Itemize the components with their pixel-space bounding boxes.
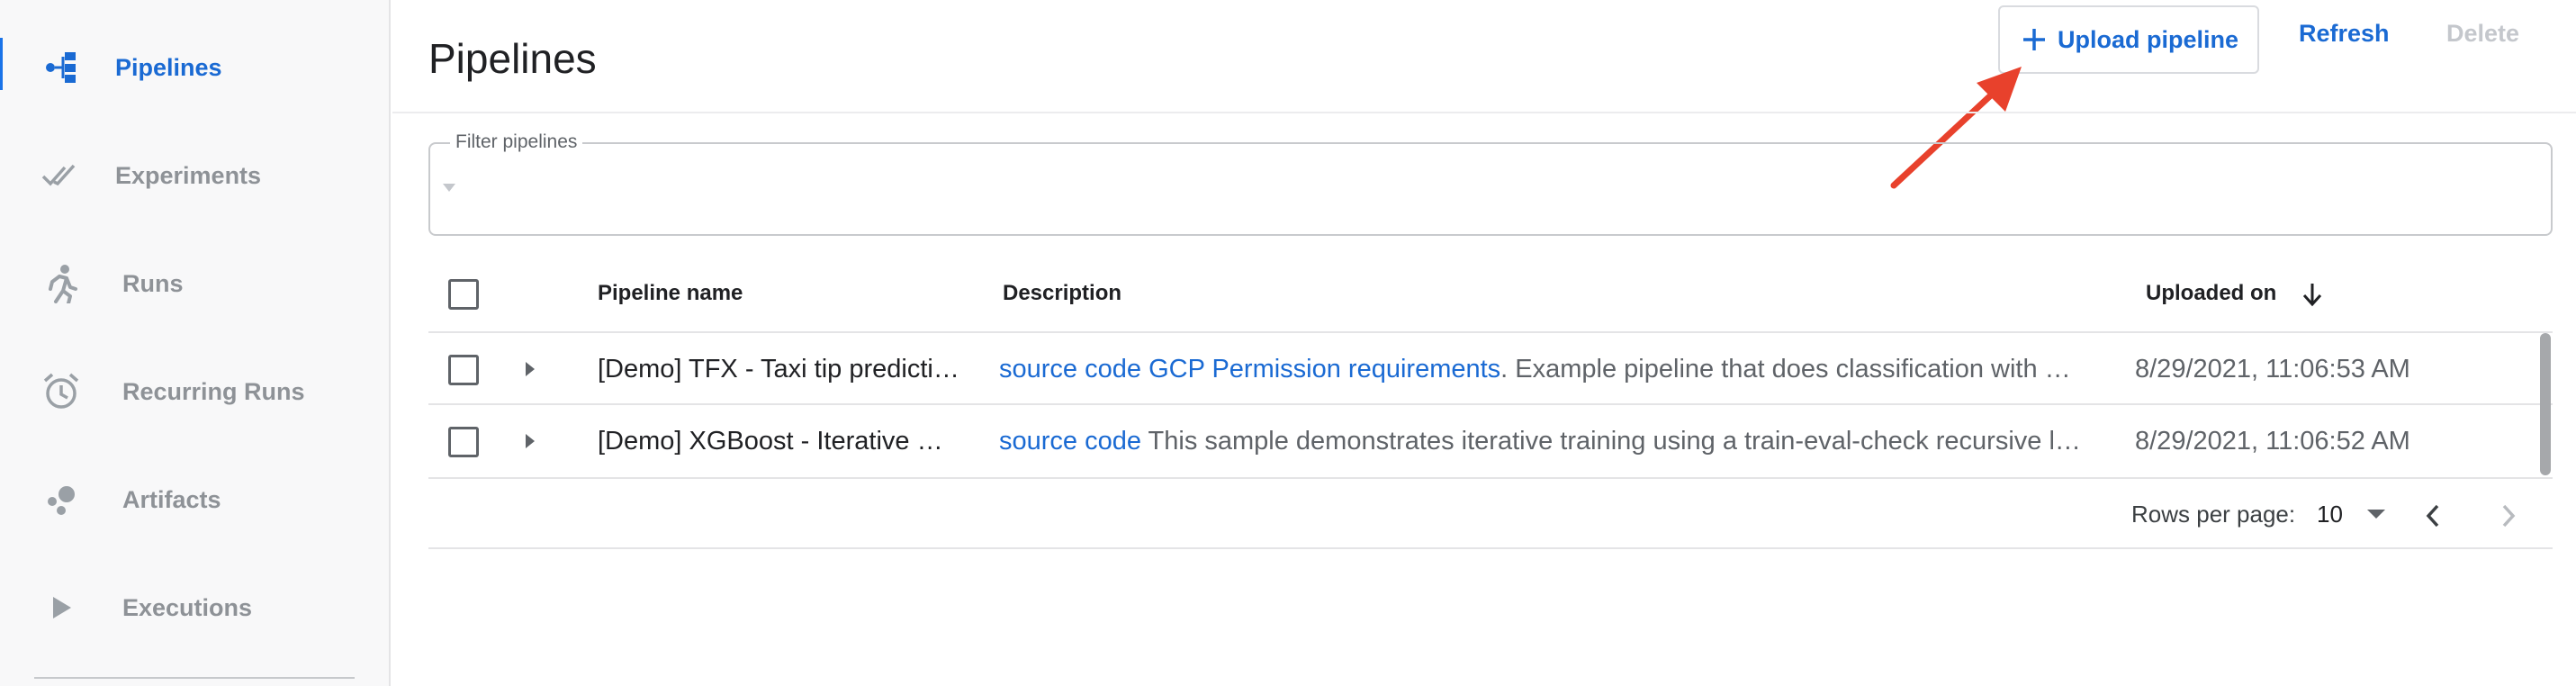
filter-label: Filter pipelines xyxy=(450,131,583,153)
alarm-clock-icon xyxy=(38,368,85,415)
sidebar-item-recurring-runs[interactable]: Recurring Runs xyxy=(0,342,389,441)
sidebar-item-executions[interactable]: Executions xyxy=(0,558,389,657)
next-page-icon[interactable] xyxy=(2495,501,2522,531)
sidebar-item-label: Pipelines xyxy=(115,53,222,81)
uploaded-date: 8/29/2021, 11:06:53 AM xyxy=(2135,355,2410,384)
plus-icon xyxy=(2023,29,2045,50)
table-divider xyxy=(428,331,2553,333)
expand-row-icon[interactable] xyxy=(526,434,535,448)
rows-per-page-select[interactable]: 10 xyxy=(2317,501,2343,528)
refresh-button[interactable]: Refresh xyxy=(2299,20,2390,48)
table-scrollbar[interactable] xyxy=(2540,333,2551,475)
upload-pipeline-button[interactable]: Upload pipeline xyxy=(1998,5,2259,74)
experiments-icon xyxy=(38,152,85,199)
sidebar-item-label: Artifacts xyxy=(122,485,221,513)
delete-button[interactable]: Delete xyxy=(2446,20,2519,48)
page-title: Pipelines xyxy=(428,35,597,82)
uploaded-date: 8/29/2021, 11:06:52 AM xyxy=(2135,427,2410,456)
select-all-checkbox[interactable] xyxy=(448,279,479,310)
description-text: . Example pipeline that does classificat… xyxy=(1500,355,2071,384)
runs-icon xyxy=(38,260,85,307)
rows-per-page-label: Rows per page: xyxy=(2131,501,2296,528)
pipeline-description: source code GCP Permission requirements.… xyxy=(999,355,2071,384)
pipeline-description: source code This sample demonstrates ite… xyxy=(999,427,2081,456)
filter-pipelines-input[interactable]: Filter pipelines xyxy=(428,131,2553,236)
description-text: This sample demonstrates iterative train… xyxy=(1141,427,2081,456)
previous-page-icon[interactable] xyxy=(2419,501,2446,531)
sidebar-item-label: Recurring Runs xyxy=(122,377,305,405)
sort-descending-icon[interactable] xyxy=(2301,281,2324,308)
play-icon xyxy=(38,584,85,631)
sidebar-divider xyxy=(34,677,355,679)
table-divider xyxy=(428,477,2553,479)
sidebar: Pipelines Experiments Runs Recurring Run… xyxy=(0,0,391,686)
sidebar-item-label: Executions xyxy=(122,593,253,621)
footer-divider xyxy=(428,547,2553,549)
column-header-name[interactable]: Pipeline name xyxy=(598,281,743,306)
upload-pipeline-label: Upload pipeline xyxy=(2058,25,2239,53)
artifacts-icon xyxy=(38,476,85,523)
header-divider xyxy=(392,112,2576,113)
filter-dropdown-icon xyxy=(443,184,455,192)
pipeline-name[interactable]: [Demo] XGBoost - Iterative … xyxy=(598,427,943,456)
expand-row-icon[interactable] xyxy=(526,362,535,376)
column-header-description[interactable]: Description xyxy=(1003,281,1121,306)
sidebar-item-experiments[interactable]: Experiments xyxy=(0,126,389,225)
sidebar-item-label: Runs xyxy=(122,269,184,297)
rows-per-page-dropdown-icon[interactable] xyxy=(2367,510,2385,519)
main-content: Pipelines Upload pipeline Refresh Delete… xyxy=(392,0,2576,686)
sidebar-item-label: Experiments xyxy=(115,161,262,189)
source-code-link[interactable]: source code xyxy=(999,355,1141,384)
gcp-permission-link[interactable]: GCP Permission requirements xyxy=(1148,355,1500,384)
row-checkbox[interactable] xyxy=(448,355,479,385)
pipeline-name[interactable]: [Demo] TFX - Taxi tip predicti… xyxy=(598,355,959,384)
column-header-uploaded[interactable]: Uploaded on xyxy=(2146,281,2276,306)
pipelines-icon xyxy=(38,44,85,91)
sidebar-item-pipelines[interactable]: Pipelines xyxy=(0,18,389,117)
table-divider xyxy=(428,403,2553,405)
source-code-link[interactable]: source code xyxy=(999,427,1141,456)
sidebar-item-artifacts[interactable]: Artifacts xyxy=(0,450,389,549)
sidebar-item-runs[interactable]: Runs xyxy=(0,234,389,333)
row-checkbox[interactable] xyxy=(448,427,479,457)
